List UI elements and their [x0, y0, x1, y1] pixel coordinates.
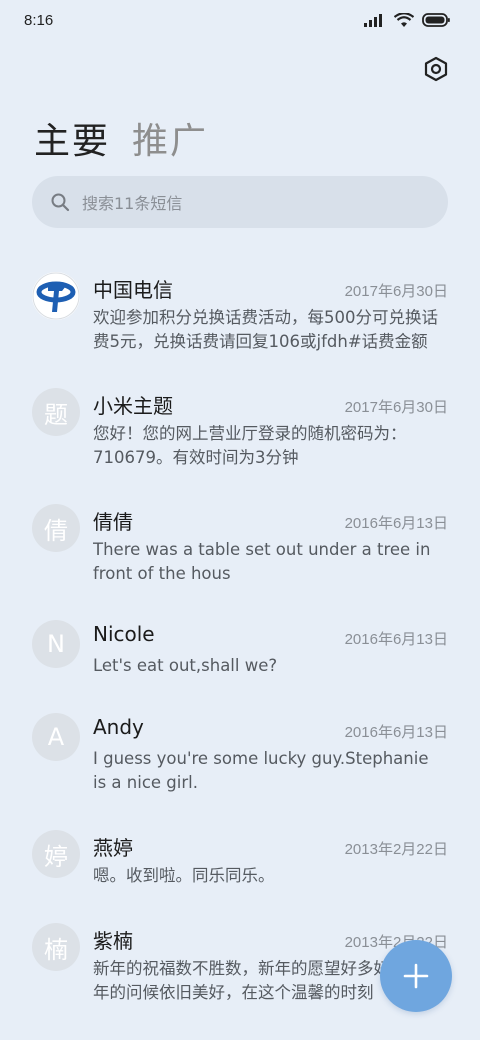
- contact-name: 紫楠: [93, 929, 133, 953]
- message-item[interactable]: 中国电信 2017年6月30日 欢迎参加积分兑换话费活动，每500分可兑换话费5…: [0, 262, 480, 372]
- settings-button[interactable]: [422, 55, 450, 83]
- contact-name: Andy: [93, 715, 144, 739]
- search-placeholder: 搜索11条短信: [82, 194, 183, 213]
- tab-bar: 主要 推广: [34, 112, 208, 164]
- china-telecom-logo-icon: [32, 272, 80, 320]
- contact-name: 中国电信: [93, 278, 173, 302]
- avatar: N: [32, 620, 80, 668]
- hexagon-settings-icon: [424, 56, 448, 82]
- plus-icon: [403, 963, 429, 989]
- message-preview: Let's eat out,shall we?: [93, 656, 278, 675]
- message-date: 2016年6月13日: [344, 515, 448, 532]
- contact-name: Nicole: [93, 622, 155, 646]
- status-icons: [364, 12, 450, 28]
- search-icon: [51, 193, 70, 212]
- avatar: 楠: [32, 923, 80, 971]
- avatar: A: [32, 713, 80, 761]
- contact-name: 倩倩: [93, 510, 133, 534]
- message-item[interactable]: 题 小米主题 2017年6月30日 您好！您的网上营业厅登录的随机密码为：710…: [0, 378, 480, 488]
- search-input[interactable]: 搜索11条短信: [32, 176, 448, 228]
- message-item[interactable]: 倩 倩倩 2016年6月13日 There was a table set ou…: [0, 494, 480, 604]
- message-preview: There was a table set out under a tree i…: [93, 540, 431, 583]
- avatar: [32, 272, 80, 320]
- message-date: 2017年6月30日: [344, 399, 448, 416]
- message-preview: 嗯。收到啦。同乐同乐。: [93, 866, 275, 885]
- signal-icon: [364, 14, 382, 27]
- message-preview: I guess you're some lucky guy.Stephanie …: [93, 749, 429, 792]
- battery-icon: [422, 13, 450, 27]
- contact-name: 燕婷: [93, 836, 133, 860]
- message-preview: 您好！您的网上营业厅登录的随机密码为：710679。有效时间为3分钟: [93, 424, 407, 467]
- status-time: 8:16: [24, 11, 54, 29]
- message-item[interactable]: A Andy 2016年6月13日 I guess you're some lu…: [0, 703, 480, 813]
- message-date: 2017年6月30日: [344, 283, 448, 300]
- tab-primary[interactable]: 主要: [34, 112, 110, 164]
- message-date: 2013年2月22日: [344, 841, 448, 858]
- wifi-icon: [394, 12, 414, 27]
- message-preview: 欢迎参加积分兑换话费活动，每500分可兑换话费5元，兑换话费请回复106或jfd…: [93, 308, 438, 351]
- avatar: 题: [32, 388, 80, 436]
- message-date: 2016年6月13日: [344, 724, 448, 741]
- compose-button[interactable]: [380, 940, 452, 1012]
- avatar: 倩: [32, 504, 80, 552]
- message-date: 2016年6月13日: [344, 631, 448, 648]
- contact-name: 小米主题: [93, 394, 173, 418]
- status-bar: 8:16: [0, 0, 480, 40]
- tab-promotions[interactable]: 推广: [132, 112, 208, 164]
- avatar: 婷: [32, 830, 80, 878]
